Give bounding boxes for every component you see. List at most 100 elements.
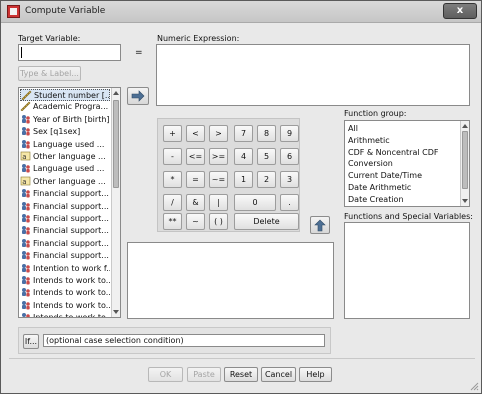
variable-list-item[interactable]: Language used ... <box>20 139 110 151</box>
nominal-people-icon <box>20 225 31 235</box>
variable-list-item[interactable]: Financial support... <box>20 225 110 237</box>
target-variable-label: Target Variable: <box>18 34 81 43</box>
key-or[interactable]: | <box>209 194 228 211</box>
key-minus[interactable]: - <box>163 148 182 165</box>
scroll-down-arrow-icon[interactable] <box>462 197 468 205</box>
arrow-right-icon <box>131 90 145 102</box>
function-group-item[interactable]: Conversion <box>348 158 393 170</box>
key-power[interactable]: ** <box>163 213 182 230</box>
cancel-button[interactable]: Cancel <box>261 367 296 382</box>
calculator-keypad: + < > 7 8 9 - <= >= 4 5 6 * = ~= 1 2 3 /… <box>157 118 300 232</box>
equals-sign: = <box>135 48 143 58</box>
if-button[interactable]: If... <box>23 334 39 349</box>
key-less-than[interactable]: < <box>186 125 205 142</box>
close-button[interactable]: x <box>443 3 477 19</box>
variable-label: Year of Birth [birth] <box>33 114 110 124</box>
key-4[interactable]: 4 <box>234 148 253 165</box>
paste-button[interactable]: Paste <box>187 367 221 382</box>
key-plus[interactable]: + <box>163 125 182 142</box>
variable-label: Intention to work f... <box>33 263 110 273</box>
nominal-people-icon <box>20 188 31 198</box>
function-group-list[interactable]: All Arithmetic CDF & Noncentral CDF Convers… <box>344 120 470 207</box>
key-not[interactable]: ~ <box>186 213 205 230</box>
key-6[interactable]: 6 <box>280 148 299 165</box>
if-condition-group: If... (optional case selection condition… <box>18 327 331 354</box>
function-group-item[interactable]: Current Date/Time <box>348 170 422 182</box>
target-variable-input[interactable] <box>18 44 121 61</box>
key-5[interactable]: 5 <box>257 148 276 165</box>
variable-list-item[interactable]: Language used ... <box>20 163 110 175</box>
variable-label: Language used ... <box>33 164 105 174</box>
key-not-equal[interactable]: ~= <box>209 171 228 188</box>
resize-grip-icon[interactable] <box>470 382 479 391</box>
help-button[interactable]: Help <box>299 367 332 382</box>
scroll-thumb[interactable] <box>462 131 468 189</box>
type-label-button[interactable]: Type & Label... <box>18 66 81 81</box>
key-greater-equal[interactable]: >= <box>209 148 228 165</box>
variable-label: Other language ... <box>33 176 106 186</box>
key-delete[interactable]: Delete <box>234 213 299 230</box>
functions-list[interactable] <box>344 222 470 319</box>
key-7[interactable]: 7 <box>234 125 253 142</box>
key-1[interactable]: 1 <box>234 171 253 188</box>
key-equals[interactable]: = <box>186 171 205 188</box>
variable-list-item[interactable]: Intends to work to... <box>20 300 110 312</box>
variable-list-item[interactable]: a Other language ... <box>20 176 110 188</box>
variable-list-item[interactable]: Financial support... <box>20 250 110 262</box>
function-group-item[interactable]: Date Arithmetic <box>348 182 411 194</box>
variable-list-item[interactable]: Year of Birth [birth] <box>20 114 110 126</box>
key-decimal[interactable]: . <box>280 194 299 211</box>
move-variable-button[interactable] <box>127 87 149 105</box>
variable-list-item[interactable]: Financial support... <box>20 238 110 250</box>
variable-label: Financial support... <box>33 201 109 211</box>
scroll-up-arrow-icon[interactable] <box>462 122 468 130</box>
variable-list-item[interactable]: Sex [q1sex] <box>20 126 110 138</box>
function-group-item[interactable]: Arithmetic <box>348 135 390 147</box>
key-multiply[interactable]: * <box>163 171 182 188</box>
variable-list-scrollbar[interactable] <box>111 88 120 317</box>
variable-list-item[interactable]: Financial support... <box>20 188 110 200</box>
reset-button[interactable]: Reset <box>224 367 258 382</box>
variable-list-item[interactable]: Financial support... <box>20 201 110 213</box>
scroll-down-arrow-icon[interactable] <box>113 308 119 316</box>
key-greater-than[interactable]: > <box>209 125 228 142</box>
nominal-people-icon <box>20 238 31 248</box>
string-icon: a <box>20 151 31 161</box>
variable-list-item[interactable]: Academic Progra... <box>20 101 110 113</box>
title-bar: Compute Variable x <box>1 1 481 23</box>
variable-list-item[interactable]: Student number [... <box>20 89 110 101</box>
variable-list-item[interactable]: Financial support... <box>20 213 110 225</box>
numeric-expression-textarea[interactable] <box>156 44 470 106</box>
key-divide[interactable]: / <box>163 194 182 211</box>
numeric-expression-label: Numeric Expression: <box>157 34 240 43</box>
function-group-item[interactable]: CDF & Noncentral CDF <box>348 147 438 159</box>
scroll-thumb[interactable] <box>113 100 119 188</box>
key-less-equal[interactable]: <= <box>186 148 205 165</box>
variable-list-item[interactable]: Intends to work to... <box>20 275 110 287</box>
app-icon <box>7 5 20 18</box>
key-parentheses[interactable]: ( ) <box>209 213 228 230</box>
source-variable-list[interactable]: Student number [... Academic Progra... Yea… <box>18 87 121 318</box>
scroll-up-arrow-icon[interactable] <box>113 89 119 97</box>
insert-function-button[interactable] <box>310 216 330 234</box>
function-group-item[interactable]: All <box>348 123 358 135</box>
key-9[interactable]: 9 <box>280 125 299 142</box>
variable-list-item[interactable]: Intends to work to... <box>20 312 110 317</box>
key-8[interactable]: 8 <box>257 125 276 142</box>
function-group-scrollbar[interactable] <box>460 121 469 206</box>
key-2[interactable]: 2 <box>257 171 276 188</box>
arrow-up-icon <box>314 219 326 232</box>
variable-list-item[interactable]: Intention to work f... <box>20 263 110 275</box>
nominal-people-icon <box>20 312 31 317</box>
nominal-people-icon <box>20 213 31 223</box>
key-and[interactable]: & <box>186 194 205 211</box>
key-3[interactable]: 3 <box>280 171 299 188</box>
function-group-item[interactable]: Date Creation <box>348 194 404 206</box>
variable-list-item[interactable]: Intends to work to... <box>20 287 110 299</box>
variable-list-item[interactable]: a Other language ... <box>20 151 110 163</box>
variable-label: Sex [q1sex] <box>33 127 81 137</box>
functions-special-variables-label: Functions and Special Variables: <box>344 212 473 221</box>
key-0[interactable]: 0 <box>234 194 276 211</box>
ok-button[interactable]: OK <box>148 367 183 382</box>
variable-label: Student number [... <box>34 91 110 100</box>
